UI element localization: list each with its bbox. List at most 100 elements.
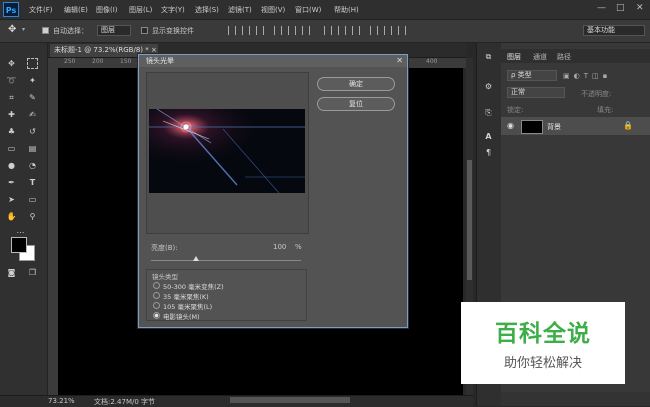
tools-panel: ✥ ➰ ✦ ⌗ ✎ ✚ ✍ ♣ ↺ ▭ ▤ ● ◔ ✒ T ➤ ▭ ✋ ⚲ … … [0,43,48,395]
tab-close-icon[interactable]: × [151,46,157,54]
healing-brush-icon[interactable]: ✚ [6,109,17,120]
eraser-icon[interactable]: ▭ [6,143,17,154]
filter-icons[interactable]: ▣◐T◫▪ [563,72,643,80]
blend-mode-dropdown[interactable]: 正常 [507,87,565,98]
type-tool-icon[interactable]: T [27,177,38,188]
menu-file[interactable]: 文件(F) [29,5,53,15]
lock-icon: 🔒 [623,121,633,130]
visibility-eye-icon[interactable]: ◉ [507,121,514,130]
menu-filter[interactable]: 滤镜(T) [228,5,252,15]
layer-filter-dropdown[interactable]: ρ 类型 [507,70,557,81]
brush-tool-icon[interactable]: ✍ [27,109,38,120]
menu-help[interactable]: 帮助(H) [334,5,359,15]
brightness-slider[interactable] [151,260,301,261]
menu-view[interactable]: 视图(V) [261,5,285,15]
history-icon[interactable]: ⧉ [483,51,494,62]
ruler-number: 400 [426,58,438,65]
character-icon[interactable]: A [483,131,494,142]
distribute-top-icon[interactable] [324,26,332,35]
distribute-left-icon[interactable] [370,26,378,35]
properties-icon[interactable]: ⚙ [483,81,494,92]
align-center-icon[interactable] [288,26,296,35]
close-icon[interactable]: ✕ [636,3,644,13]
vertical-scroll-thumb[interactable] [467,160,472,280]
crop-tool-icon[interactable]: ⌗ [6,92,17,103]
brightness-value[interactable]: 100 [273,243,286,251]
history-brush-icon[interactable]: ↺ [27,126,38,137]
tab-layers[interactable]: 图层 [507,52,521,62]
align-left-icon[interactable] [274,26,282,35]
lasso-tool-icon[interactable]: ➰ [6,75,17,86]
panel-tab-bar [501,49,650,63]
align-right-icon[interactable] [302,26,310,35]
gradient-icon[interactable]: ▤ [27,143,38,154]
fill-label: 填充: [597,106,614,114]
lens-radio-movie[interactable] [153,312,160,319]
menu-select[interactable]: 选择(S) [195,5,219,15]
distribute-center-icon[interactable] [384,26,392,35]
align-middle-icon[interactable] [242,26,250,35]
tab-channels[interactable]: 通道 [533,52,547,62]
move-tool-icon[interactable]: ✥ [8,24,16,35]
flare-preview[interactable] [149,109,305,193]
pen-tool-icon[interactable]: ✒ [6,177,17,188]
chevron-down-icon[interactable]: ▾ [22,26,25,33]
eyedropper-icon[interactable]: ✎ [27,92,38,103]
brightness-slider-thumb[interactable] [193,256,199,261]
menu-layer[interactable]: 图层(L) [129,5,152,15]
layer-name[interactable]: 背景 [547,122,561,132]
status-bar-left [0,395,48,407]
watermark-subtitle: 助你轻松解决 [503,356,582,371]
minimize-icon[interactable]: — [597,3,606,13]
layer-row[interactable]: ◉ 背景 🔒 [501,117,650,135]
tab-paths[interactable]: 路径 [557,52,571,62]
rectangle-tool-icon[interactable]: ▭ [27,194,38,205]
align-top-icon[interactable] [228,26,236,35]
lens-radio-50-300[interactable] [153,282,160,289]
lens-option-label[interactable]: 电影镜头(M) [163,311,200,321]
horizontal-scroll-thumb[interactable] [230,397,350,403]
distribute-middle-icon[interactable] [338,26,346,35]
menu-image[interactable]: 图像(I) [96,5,118,15]
quick-mask-icon[interactable]: ◙ [6,267,17,278]
document-tab-title: 未标题-1 @ 73.2%(RGB/8) * [54,46,149,54]
lens-radio-35[interactable] [153,292,160,299]
dialog-title: 镜头光晕 [146,57,174,65]
align-bottom-icon[interactable] [256,26,264,35]
lens-flare-dialog: 镜头光晕 ✕ 确定 复位 亮度(B): 100 % 镜头类型 50-300 毫米… [138,54,408,328]
workspace-dropdown[interactable]: 基本功能 [583,25,645,36]
menu-edit[interactable]: 编辑(E) [64,5,88,15]
zoom-tool-icon[interactable]: ⚲ [27,211,38,222]
menu-window[interactable]: 窗口(W) [295,5,321,15]
magic-wand-icon[interactable]: ✦ [27,75,38,86]
zoom-level[interactable]: 73.21% [48,397,75,405]
screen-mode-icon[interactable]: ❐ [27,267,38,278]
lens-option-label[interactable]: 35 毫米聚焦(K) [163,291,209,301]
auto-select-dropdown[interactable]: 图层 [97,25,131,36]
photoshop-logo: Ps [3,2,19,17]
hand-tool-icon[interactable]: ✋ [6,211,17,222]
distribute-bottom-icon[interactable] [352,26,360,35]
menu-type[interactable]: 文字(Y) [161,5,185,15]
path-select-icon[interactable]: ➤ [6,194,17,205]
paragraph-icon[interactable]: ¶ [483,147,494,158]
lens-option-label[interactable]: 50-300 毫米变焦(Z) [163,281,224,291]
lens-radio-105[interactable] [153,302,160,309]
maximize-icon[interactable]: □ [616,3,625,13]
ok-button[interactable]: 确定 [317,77,395,91]
auto-select-checkbox[interactable] [42,27,49,34]
dodge-tool-icon[interactable]: ◔ [27,160,38,171]
foreground-color-swatch[interactable] [11,237,27,253]
reset-button[interactable]: 复位 [317,97,395,111]
distribute-right-icon[interactable] [398,26,406,35]
marquee-tool-icon[interactable] [27,58,38,69]
blur-tool-icon[interactable]: ● [6,160,17,171]
more-tools-icon[interactable]: … [15,225,26,236]
transform-controls-checkbox[interactable] [141,27,148,34]
move-tool-icon[interactable]: ✥ [6,58,17,69]
dialog-close-icon[interactable]: ✕ [396,55,403,67]
lens-option-label[interactable]: 105 毫米聚焦(L) [163,301,212,311]
brightness-label: 亮度(B): [151,244,178,252]
adjustments-icon[interactable]: ⎘ [483,107,494,118]
clone-stamp-icon[interactable]: ♣ [6,126,17,137]
